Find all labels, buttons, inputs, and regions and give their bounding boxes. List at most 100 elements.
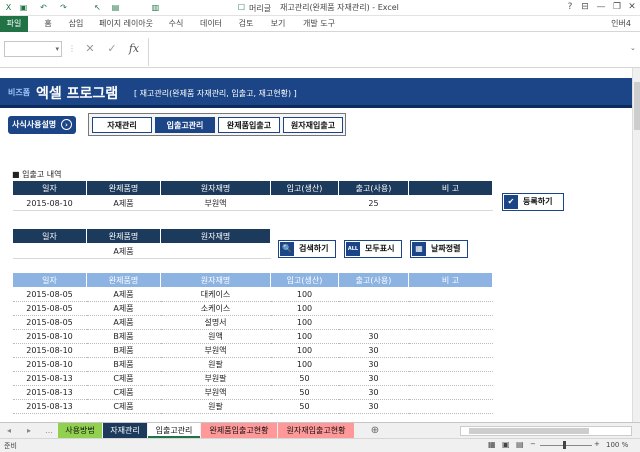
tab-view[interactable]: 보기 xyxy=(266,16,290,32)
add-sheet-icon[interactable]: ⊕ xyxy=(368,423,382,438)
table-cell[interactable]: 2015-08-05 xyxy=(12,301,87,316)
zoom-level[interactable]: 100 % xyxy=(606,441,628,449)
table-cell[interactable]: 2015-08-10 xyxy=(12,343,87,358)
insert-function-icon[interactable]: fx xyxy=(126,41,142,57)
nav-tab-raw-inout[interactable]: 원자재입출고 xyxy=(283,117,343,133)
close-button[interactable]: ✕ xyxy=(625,1,639,14)
table-cell[interactable]: 원액 xyxy=(160,329,271,344)
sheet-tab-finished-status[interactable]: 완제품입출고현황 xyxy=(201,423,277,438)
redo-icon[interactable]: ↷ xyxy=(58,2,69,13)
table-cell[interactable]: B제품 xyxy=(86,357,161,372)
ribbon-display-icon[interactable]: ⊟ xyxy=(578,1,592,14)
maximize-button[interactable]: ❐ xyxy=(610,1,624,14)
table-cell[interactable]: 30 xyxy=(338,385,409,400)
save-icon[interactable]: ▣ xyxy=(18,2,29,13)
entry-product-cell[interactable]: A제품 xyxy=(86,195,161,211)
nav-tab-inout[interactable]: 입출고관리 xyxy=(155,117,215,133)
h-scroll-thumb[interactable] xyxy=(469,428,589,434)
table-cell[interactable]: 대케이스 xyxy=(160,287,271,302)
table-cell[interactable] xyxy=(408,371,493,386)
undo-icon[interactable]: ↶ xyxy=(38,2,49,13)
table-cell[interactable]: 100 xyxy=(270,329,339,344)
table-cell[interactable]: 30 xyxy=(338,371,409,386)
entry-in-cell[interactable] xyxy=(270,195,339,211)
page-break-view-icon[interactable]: ▤ xyxy=(516,440,524,449)
table-cell[interactable] xyxy=(408,343,493,358)
filter-date-cell[interactable] xyxy=(12,243,87,259)
expand-formula-icon[interactable]: ⌄ xyxy=(630,44,636,52)
minimize-button[interactable]: — xyxy=(594,1,608,14)
table-cell[interactable]: 부원액 xyxy=(160,343,271,358)
table-cell[interactable]: 50 xyxy=(270,385,339,400)
table-cell[interactable]: 원팔 xyxy=(160,357,271,372)
table-cell[interactable]: B제품 xyxy=(86,343,161,358)
tab-developer[interactable]: 개발 도구 xyxy=(298,16,340,32)
search-button[interactable]: 🔍 검색하기 xyxy=(278,240,336,258)
table-cell[interactable] xyxy=(408,287,493,302)
help-icon[interactable]: ? xyxy=(563,1,577,14)
table-cell[interactable]: 100 xyxy=(270,287,339,302)
formula-input[interactable] xyxy=(148,38,628,66)
sheet-tab-usage[interactable]: 사용방법 xyxy=(58,423,102,438)
scroll-thumb[interactable] xyxy=(634,82,640,130)
table-cell[interactable]: 2015-08-13 xyxy=(12,385,87,400)
normal-view-icon[interactable]: ▦ xyxy=(488,440,496,449)
table-cell[interactable]: B제품 xyxy=(86,329,161,344)
table-cell[interactable]: 30 xyxy=(338,399,409,414)
chevron-down-icon[interactable]: ▾ xyxy=(55,45,59,53)
table-cell[interactable]: 100 xyxy=(270,357,339,372)
table-cell[interactable] xyxy=(338,301,409,316)
table-cell[interactable] xyxy=(338,287,409,302)
table-cell[interactable]: 100 xyxy=(270,301,339,316)
nav-tab-finished-inout[interactable]: 완제품입출고 xyxy=(218,117,280,133)
prev-sheet-icon[interactable]: ◂ xyxy=(4,423,14,438)
tab-insert[interactable]: 삽입 xyxy=(64,16,88,32)
zoom-out-icon[interactable]: − xyxy=(530,440,536,448)
table-cell[interactable]: 50 xyxy=(270,371,339,386)
table-cell[interactable]: 2015-08-10 xyxy=(12,357,87,372)
enter-icon[interactable]: ✓ xyxy=(104,41,120,57)
format-icon[interactable]: ▥ xyxy=(150,2,161,13)
next-sheet-icon[interactable]: ▸ xyxy=(24,423,34,438)
table-cell[interactable]: 원팔 xyxy=(160,399,271,414)
table-cell[interactable]: 30 xyxy=(338,329,409,344)
user-name[interactable]: 인버4 xyxy=(606,16,636,32)
table-cell[interactable]: A제품 xyxy=(86,287,161,302)
table-cell[interactable]: 부원액 xyxy=(160,385,271,400)
horizontal-scrollbar[interactable] xyxy=(460,426,632,436)
table-cell[interactable]: 30 xyxy=(338,343,409,358)
zoom-slider-thumb[interactable] xyxy=(563,441,566,449)
table-cell[interactable]: 100 xyxy=(270,343,339,358)
filter-material-cell[interactable] xyxy=(160,243,271,259)
table-cell[interactable]: 50 xyxy=(270,399,339,414)
more-sheets-icon[interactable]: … xyxy=(44,423,54,438)
sheet-tab-materials[interactable]: 자재관리 xyxy=(103,423,147,438)
table-cell[interactable]: 부원팔 xyxy=(160,371,271,386)
table-cell[interactable] xyxy=(408,385,493,400)
table-cell[interactable]: C제품 xyxy=(86,399,161,414)
table-cell[interactable]: 소케이스 xyxy=(160,301,271,316)
vertical-scrollbar[interactable] xyxy=(632,68,640,422)
tab-home[interactable]: 홈 xyxy=(38,16,58,32)
zoom-in-icon[interactable]: + xyxy=(594,440,600,448)
tab-formulas[interactable]: 수식 xyxy=(164,16,188,32)
show-all-button[interactable]: ALL 모두표시 xyxy=(344,240,402,258)
table-cell[interactable]: 2015-08-13 xyxy=(12,371,87,386)
table-cell[interactable] xyxy=(338,315,409,330)
sheet-tab-inout[interactable]: 입출고관리 xyxy=(148,423,200,438)
register-button[interactable]: ✔ 등록하기 xyxy=(502,193,564,211)
tab-review[interactable]: 검토 xyxy=(234,16,258,32)
sheet-tab-raw-status[interactable]: 원자재입출고현황 xyxy=(278,423,354,438)
page-layout-view-icon[interactable]: ▣ xyxy=(502,440,510,449)
table-cell[interactable] xyxy=(408,315,493,330)
table-cell[interactable]: 30 xyxy=(338,357,409,372)
manual-button[interactable]: 사식사용설명 › xyxy=(8,116,76,134)
worksheet[interactable]: 비즈폼 엑셀 프로그램 [ 재고관리(완제품 자재관리, 입출고, 재고현황) … xyxy=(0,68,632,422)
table-cell[interactable] xyxy=(408,399,493,414)
table-cell[interactable] xyxy=(408,301,493,316)
table-cell[interactable] xyxy=(408,357,493,372)
table-cell[interactable]: A제품 xyxy=(86,301,161,316)
table-cell[interactable]: C제품 xyxy=(86,385,161,400)
table-cell[interactable]: 2015-08-10 xyxy=(12,329,87,344)
nav-tab-materials[interactable]: 자재관리 xyxy=(92,117,152,133)
